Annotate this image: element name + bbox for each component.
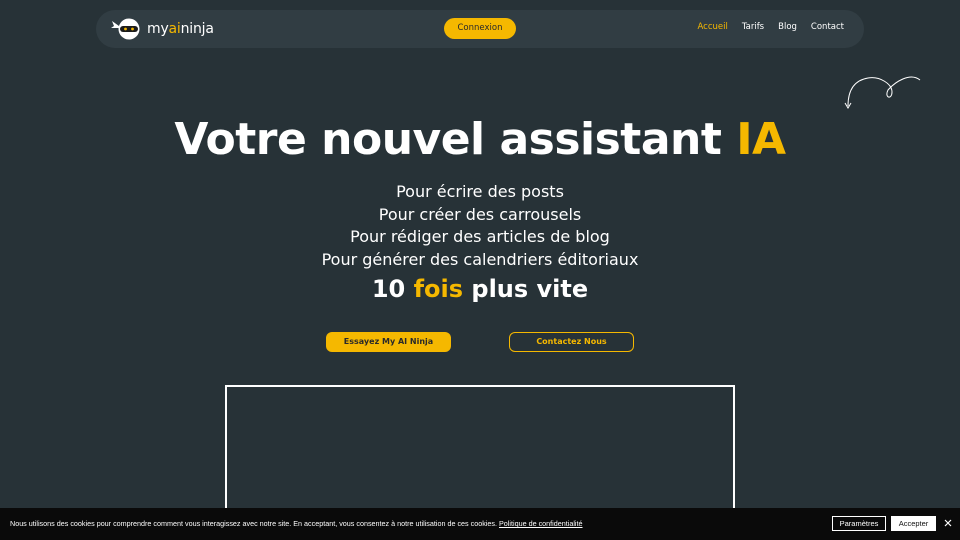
hero-speed-claim: 10 fois plus vite xyxy=(371,275,589,303)
logo-wordmark: myaininja xyxy=(147,21,214,37)
hero-line: Pour écrire des posts xyxy=(396,182,564,201)
top-navbar: myaininja Connexion Accueil Tarifs Blog … xyxy=(96,10,864,48)
close-icon[interactable] xyxy=(943,518,953,528)
nav-links: Accueil Tarifs Blog Contact xyxy=(697,22,844,32)
hero-title: Votre nouvel assistant IA xyxy=(174,114,786,165)
hero-line: Pour générer des calendriers éditoriaux xyxy=(321,249,639,269)
hero-feature-list: Pour écrire des posts Pour créer des car… xyxy=(0,181,960,271)
contact-us-button[interactable]: Contactez Nous xyxy=(509,332,634,352)
cookie-banner: Nous utilisons des cookies pour comprend… xyxy=(0,508,960,540)
nav-link-contact[interactable]: Contact xyxy=(811,22,844,32)
hero-line: Pour créer des carrousels xyxy=(378,204,582,224)
cookie-message: Nous utilisons des cookies pour comprend… xyxy=(10,519,583,528)
try-my-ai-ninja-button[interactable]: Essayez My AI Ninja xyxy=(326,332,451,352)
logo[interactable]: myaininja xyxy=(110,17,214,41)
nav-link-tarifs[interactable]: Tarifs xyxy=(742,22,764,32)
decorative-squiggle-arrow xyxy=(844,76,921,109)
connexion-button[interactable]: Connexion xyxy=(444,18,516,39)
ninja-logo-icon xyxy=(111,18,140,40)
nav-link-accueil[interactable]: Accueil xyxy=(697,22,727,32)
nav-link-blog[interactable]: Blog xyxy=(778,22,797,32)
privacy-policy-link[interactable]: Politique de confidentialité xyxy=(499,519,583,528)
cookie-accept-button[interactable]: Accepter xyxy=(891,516,936,531)
cookie-settings-button[interactable]: Paramètres xyxy=(832,516,886,531)
hero-line: Pour rédiger des articles de blog xyxy=(350,227,610,246)
